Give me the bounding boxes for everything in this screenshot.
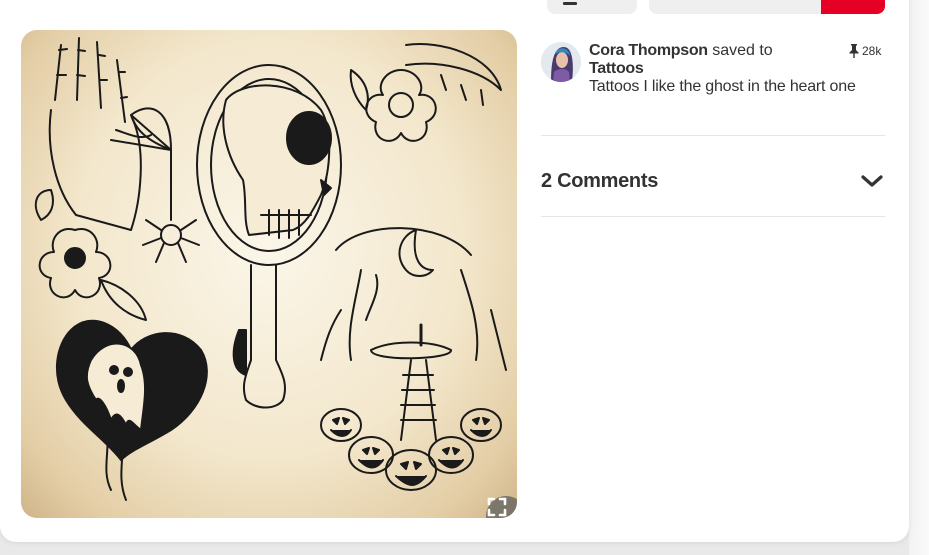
- section-divider: [541, 216, 885, 217]
- save-attribution: Cora Thompson saved to Tattoos Tattoos I…: [589, 42, 869, 96]
- board-select-dropdown[interactable]: [649, 0, 824, 14]
- chevron-down-icon[interactable]: [859, 168, 885, 194]
- repin-count-value: 28k: [862, 44, 882, 58]
- menu-bars-icon: [563, 2, 577, 5]
- board-name-link[interactable]: Tattoos: [589, 60, 869, 78]
- pin-image[interactable]: [21, 30, 517, 518]
- tattoo-flash-illustration: [34, 37, 507, 501]
- comments-title: 2 Comments: [541, 169, 659, 192]
- save-button[interactable]: [821, 0, 885, 14]
- saved-to-text: saved to: [712, 42, 773, 59]
- avatar-photo-icon: [541, 42, 581, 82]
- comments-header[interactable]: 2 Comments: [541, 168, 885, 194]
- expand-image-button[interactable]: [486, 496, 517, 518]
- author-avatar[interactable]: [541, 42, 581, 82]
- page-edge-shadow: [909, 0, 929, 555]
- pushpin-icon: [849, 44, 859, 58]
- expand-icon: [487, 497, 507, 517]
- section-divider: [541, 135, 885, 136]
- repin-count: 28k: [849, 42, 881, 60]
- more-options-button[interactable]: [547, 0, 637, 14]
- author-name-link[interactable]: Cora Thompson: [589, 42, 708, 59]
- pin-description: Tattoos I like the ghost in the heart on…: [589, 78, 856, 95]
